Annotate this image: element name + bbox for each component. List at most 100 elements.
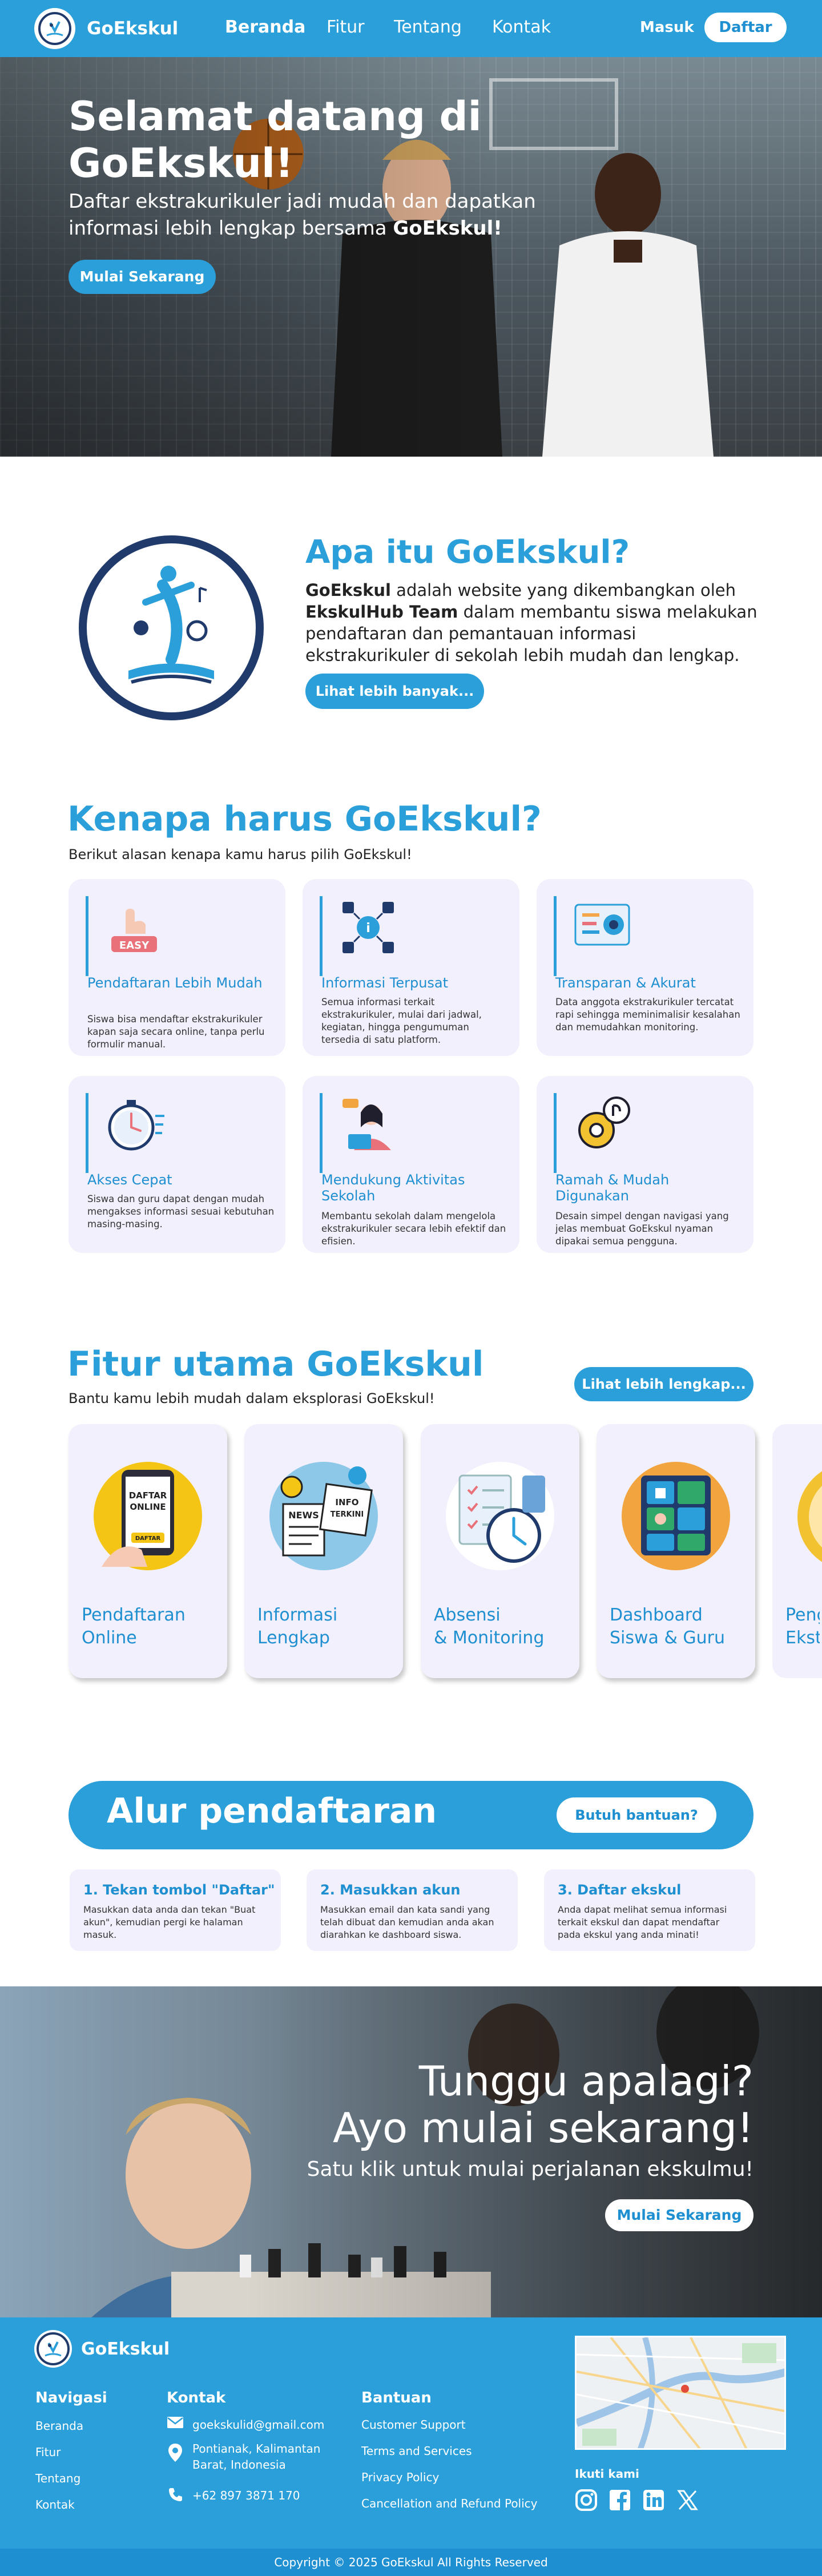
- feature-card-attendance[interactable]: Absensi & Monitoring: [421, 1424, 579, 1678]
- why-card-desc: Siswa bisa mendaftar ekstrakurikuler kap…: [87, 1014, 265, 1050]
- features-more-button[interactable]: Lihat lebih lengkap...: [574, 1367, 754, 1401]
- art-text-button: DAFTAR: [135, 1535, 161, 1542]
- location-map[interactable]: [575, 2336, 786, 2450]
- help-button[interactable]: Butuh bantuan?: [557, 1797, 716, 1833]
- about-bold-brand: GoEkskul: [305, 580, 391, 600]
- footer-link-privacy[interactable]: Privacy Policy: [361, 2470, 439, 2484]
- flow-step-1: 1. Tekan tombol "Daftar" Masukkan data a…: [70, 1869, 281, 1951]
- gear-hand-icon: [578, 1096, 630, 1148]
- nav-link-tentang[interactable]: Tentang: [394, 17, 462, 37]
- flow-step-desc: Masukkan email dan kata sandi yang telah…: [320, 1904, 494, 1940]
- stopwatch-icon: [108, 1100, 164, 1151]
- footer-link-fitur[interactable]: Fitur: [35, 2445, 61, 2459]
- footer: GoEkskul Navigasi Beranda Fitur Tentang …: [0, 2317, 822, 2576]
- follow-us-label: Ikuti kami: [575, 2467, 639, 2481]
- flow-step-title: 1. Tekan tombol "Daftar": [83, 1882, 275, 1898]
- facebook-icon[interactable]: [609, 2489, 631, 2512]
- network-info-icon: i: [342, 902, 394, 953]
- footer-email[interactable]: goekskulid@gmail.com: [192, 2418, 324, 2432]
- art-text-online: ONLINE: [130, 1502, 166, 1512]
- why-card-desc: Desain simpel dengan navigasi yang jelas…: [555, 1211, 729, 1247]
- cta-subtitle: Satu klik untuk mulai perjalanan ekskulm…: [307, 2158, 754, 2181]
- mail-icon: [167, 2417, 183, 2428]
- cta-section: [0, 1986, 822, 2317]
- navbar: GoEkskul Beranda Fitur Tentang Kontak Ma…: [0, 0, 822, 57]
- feature-title-line1: Peng: [785, 1605, 820, 1625]
- nav-link-fitur[interactable]: Fitur: [327, 17, 365, 37]
- footer-link-terms[interactable]: Terms and Services: [361, 2444, 472, 2458]
- linkedin-icon[interactable]: [642, 2489, 665, 2512]
- why-card-desc: Data anggota ekstrakurikuler tercatat ra…: [555, 997, 740, 1033]
- footer-contact-title: Kontak: [167, 2389, 226, 2406]
- easy-hand-icon: EASY: [111, 909, 157, 952]
- footer-phone[interactable]: +62 897 3871 170: [192, 2489, 300, 2502]
- register-button[interactable]: Daftar: [704, 13, 787, 42]
- svg-text:i: i: [366, 921, 370, 936]
- card-accent-bar: [554, 896, 557, 976]
- why-card-desc: Membantu sekolah dalam mengelola ekstrak…: [321, 1211, 506, 1247]
- phone-icon: [169, 2488, 182, 2501]
- goekskul-logo-icon: [34, 8, 75, 49]
- feature-title-line2: & Monitoring: [434, 1628, 545, 1648]
- about-more-button[interactable]: Lihat lebih banyak...: [305, 674, 484, 709]
- card-accent-bar: [320, 1093, 323, 1173]
- footer-link-beranda[interactable]: Beranda: [35, 2419, 83, 2433]
- hero-title: Selamat datang di GoEkskul!: [68, 93, 482, 187]
- instagram-icon[interactable]: [575, 2489, 598, 2512]
- art-text-info: INFO: [335, 1497, 358, 1507]
- feature-card-info[interactable]: NEWS INFO TERKINI Informasi Lengkap: [244, 1424, 403, 1678]
- card-accent-bar: [86, 896, 88, 976]
- about-title: Apa itu GoEkskul?: [305, 534, 630, 571]
- easy-label: EASY: [119, 940, 150, 952]
- nav-brand: GoEkskul: [87, 18, 179, 39]
- nav-link-kontak[interactable]: Kontak: [492, 17, 551, 37]
- features-title: Fitur utama GoEkskul: [67, 1344, 484, 1384]
- login-link[interactable]: Masuk: [640, 19, 694, 36]
- news-info-icon: NEWS INFO TERKINI: [269, 1462, 378, 1570]
- feature-card-title: Pendaftaran Online: [82, 1604, 213, 1650]
- x-icon[interactable]: [676, 2489, 699, 2512]
- footer-address-line2: Barat, Indonesia: [192, 2458, 286, 2472]
- feature-title-line2: Online: [82, 1628, 137, 1648]
- feature-title-line1: Pendaftaran: [82, 1605, 186, 1625]
- art-text-news: NEWS: [288, 1510, 319, 1521]
- about-bold-team: EkskulHub Team: [305, 602, 458, 622]
- cta-overlay: [0, 1986, 822, 2317]
- footer-link-tentang[interactable]: Tentang: [35, 2472, 80, 2485]
- feature-title-line1: Absensi: [434, 1605, 501, 1625]
- about-text: GoEkskul adalah website yang dikembangka…: [305, 579, 762, 666]
- nav-logo[interactable]: GoEkskul: [34, 8, 178, 49]
- card-accent-bar: [320, 896, 323, 976]
- feature-card-online[interactable]: DAFTAR ONLINE DAFTAR Pendaftaran Online: [68, 1424, 227, 1678]
- cta-start-button[interactable]: Mulai Sekarang: [605, 2199, 754, 2231]
- why-card-desc: Semua informasi terkait ekstrakurikuler,…: [321, 997, 482, 1045]
- footer-logo[interactable]: GoEkskul: [34, 2330, 170, 2368]
- footer-link-customer-support[interactable]: Customer Support: [361, 2418, 466, 2432]
- footer-link-kontak[interactable]: Kontak: [35, 2498, 75, 2512]
- why-card-centralized: i Informasi Terpusat Semua informasi ter…: [303, 879, 519, 1056]
- why-card-title: Pendaftaran Lebih Mudah: [87, 975, 263, 991]
- footer-link-refund[interactable]: Cancellation and Refund Policy: [361, 2497, 538, 2510]
- hero-start-button[interactable]: Mulai Sekarang: [68, 260, 216, 294]
- features-subtitle: Bantu kamu lebih mudah dalam eksplorasi …: [68, 1390, 435, 1406]
- feature-card-partial[interactable]: Peng Ekst: [772, 1424, 822, 1678]
- nav-link-beranda[interactable]: Beranda: [225, 17, 305, 37]
- art-text-terkini: TERKINI: [331, 1510, 364, 1519]
- why-card-title: Ramah & Mudah Digunakan: [555, 1172, 670, 1204]
- flow-step-title: 2. Masukkan akun: [320, 1882, 461, 1898]
- feature-title-line2: Lengkap: [257, 1628, 330, 1648]
- card-accent-bar: [86, 1093, 88, 1173]
- why-subtitle: Berikut alasan kenapa kamu harus pilih G…: [68, 846, 412, 862]
- hero-subtitle: Daftar ekstrakurikuler jadi mudah dan da…: [68, 188, 582, 242]
- cta-title-line2: Ayo mulai sekarang!: [333, 2104, 754, 2152]
- why-card-fast: Akses Cepat Siswa dan guru dapat dengan …: [68, 1076, 285, 1253]
- feature-card-dashboard[interactable]: Dashboard Siswa & Guru: [597, 1424, 755, 1678]
- flow-step-desc: Anda dapat melihat semua informasi terka…: [558, 1904, 727, 1940]
- map-illustration: [577, 2337, 784, 2448]
- feature-title-line2: Ekst: [785, 1628, 820, 1648]
- why-card-title: Akses Cepat: [87, 1172, 172, 1188]
- about-logo-icon: [79, 535, 264, 720]
- cta-title-line1: Tunggu apalagi?: [418, 2057, 754, 2105]
- location-pin-icon: [168, 2444, 182, 2462]
- footer-address-line1: Pontianak, Kalimantan: [192, 2442, 321, 2456]
